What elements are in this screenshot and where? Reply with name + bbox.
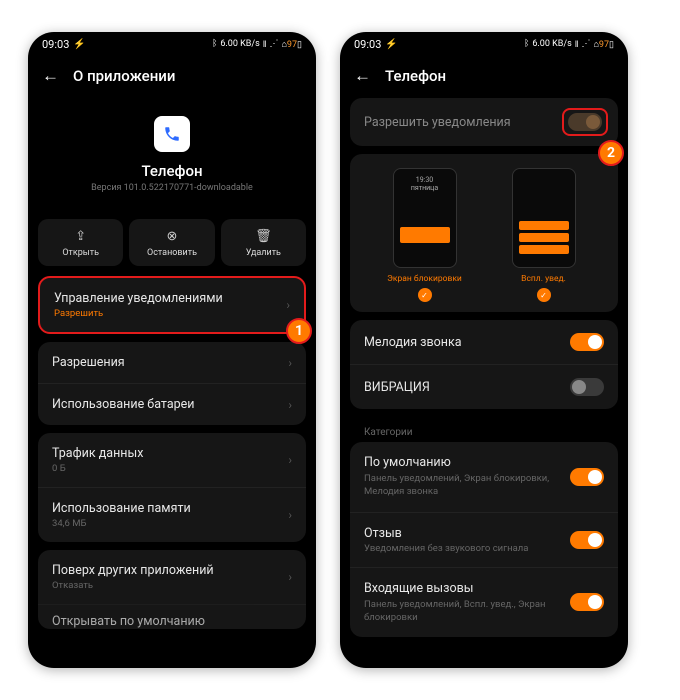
back-icon[interactable]: ← xyxy=(354,66,371,86)
categories-label: Категории xyxy=(350,417,618,442)
back-icon[interactable]: ← xyxy=(42,66,59,86)
stop-icon: ⊗ xyxy=(133,229,210,244)
categories-card: По умолчанию Панель уведомлений, Экран б… xyxy=(350,442,618,637)
signal-icon: ‖ xyxy=(263,39,267,50)
clock: 09:03 xyxy=(42,38,69,51)
open-button[interactable]: ⇪ Открыть xyxy=(38,219,123,266)
clock: 09:03 xyxy=(354,38,381,51)
annotation-badge-2: 2 xyxy=(598,140,624,166)
chevron-right-icon: › xyxy=(288,570,292,584)
perm-card: Разрешения › Использование батареи › xyxy=(38,342,306,425)
ringtone-row[interactable]: Мелодия звонка xyxy=(350,320,618,364)
data-card: Трафик данных 0 Б › Использование памяти… xyxy=(38,433,306,542)
lockscreen-preview[interactable]: 19:30пятница Экран блокировки ✓ xyxy=(370,168,479,302)
header-title: О приложении xyxy=(73,67,175,85)
share-icon: ⇪ xyxy=(42,229,119,244)
phone-right: 09:03 ⚡ ᛒ 6.00 KB/s ‖ ⋰ ⌂97▯ ← Телефон Р… xyxy=(340,32,628,668)
wifi-icon: ⋰ xyxy=(269,39,278,49)
vibration-row[interactable]: ВИБРАЦИЯ xyxy=(350,364,618,409)
app-name: Телефон xyxy=(38,162,306,180)
cat-incoming-toggle[interactable] xyxy=(570,593,604,611)
traffic-row[interactable]: Трафик данных 0 Б › xyxy=(38,433,306,487)
check-icon: ✓ xyxy=(537,288,551,302)
default-open-row[interactable]: Открывать по умолчанию xyxy=(38,604,306,629)
cat-review-row[interactable]: Отзыв Уведомления без звукового сигнала xyxy=(350,512,618,567)
notification-mgmt-row[interactable]: Управление уведомлениями Разрешить › xyxy=(40,278,304,332)
delete-button[interactable]: 🗑 Удалить xyxy=(221,219,306,266)
cat-default-row[interactable]: По умолчанию Панель уведомлений, Экран б… xyxy=(350,442,618,512)
allow-toggle[interactable] xyxy=(568,113,602,131)
phone-app-icon xyxy=(154,116,190,152)
battery-label: ⌂97▯ xyxy=(593,39,614,50)
check-icon: ✓ xyxy=(418,288,432,302)
app-header: ← О приложении xyxy=(28,56,316,98)
allow-card: Разрешить уведомления xyxy=(350,98,618,146)
preview-card: 19:30пятница Экран блокировки ✓ Вспл. ув… xyxy=(350,154,618,312)
net-speed: 6.00 KB/s xyxy=(532,39,571,49)
chevron-right-icon: › xyxy=(288,453,292,467)
header-title: Телефон xyxy=(385,67,446,85)
app-version: Версия 101.0.522170771-downloadable xyxy=(38,183,306,193)
app-hero: Телефон Версия 101.0.522170771-downloada… xyxy=(38,98,306,207)
phone-left: 09:03 ⚡ ᛒ 6.00 KB/s ‖ ⋰ ⌂97▯ ← О приложе… xyxy=(28,32,316,668)
cat-default-toggle[interactable] xyxy=(570,468,604,486)
cat-review-toggle[interactable] xyxy=(570,531,604,549)
chevron-right-icon: › xyxy=(286,298,290,312)
vibration-toggle[interactable] xyxy=(570,378,604,396)
status-bar: 09:03 ⚡ ᛒ 6.00 KB/s ‖ ⋰ ⌂97▯ xyxy=(28,32,316,56)
popup-preview[interactable]: Вспл. увед. ✓ xyxy=(489,168,598,302)
wifi-icon: ⋰ xyxy=(581,39,590,49)
signal-icon: ‖ xyxy=(575,39,579,50)
ontop-card: Поверх других приложений Отказать › Откр… xyxy=(38,550,306,629)
memory-row[interactable]: Использование памяти 34,6 МБ › xyxy=(38,487,306,542)
battery-usage-row[interactable]: Использование батареи › xyxy=(38,383,306,425)
app-header: ← Телефон xyxy=(340,56,628,98)
bluetooth-icon: ᛒ xyxy=(212,39,217,49)
content-area: Разрешить уведомления 19:30пятница Экран… xyxy=(340,98,628,668)
net-speed: 6.00 KB/s xyxy=(220,39,259,49)
status-bar: 09:03 ⚡ ᛒ 6.00 KB/s ‖ ⋰ ⌂97▯ xyxy=(340,32,628,56)
bolt-icon: ⚡ xyxy=(73,39,85,50)
notification-mgmt-card: Управление уведомлениями Разрешить › xyxy=(38,276,306,334)
allow-notifications-row[interactable]: Разрешить уведомления xyxy=(350,98,618,146)
sound-card: Мелодия звонка ВИБРАЦИЯ xyxy=(350,320,618,409)
ringtone-toggle[interactable] xyxy=(570,333,604,351)
chevron-right-icon: › xyxy=(288,356,292,370)
annotation-badge-1: 1 xyxy=(286,318,312,344)
action-row: ⇪ Открыть ⊗ Остановить 🗑 Удалить xyxy=(38,219,306,266)
permissions-row[interactable]: Разрешения › xyxy=(38,342,306,383)
bluetooth-icon: ᛒ xyxy=(524,39,529,49)
chevron-right-icon: › xyxy=(288,398,292,412)
ontop-row[interactable]: Поверх других приложений Отказать › xyxy=(38,550,306,604)
content-area: Телефон Версия 101.0.522170771-downloada… xyxy=(28,98,316,668)
trash-icon: 🗑 xyxy=(225,229,302,244)
battery-label: ⌂97▯ xyxy=(281,39,302,50)
chevron-right-icon: › xyxy=(288,508,292,522)
allow-toggle-highlight xyxy=(562,108,608,136)
cat-incoming-row[interactable]: Входящие вызовы Панель уведомлений, Вспл… xyxy=(350,567,618,638)
stop-button[interactable]: ⊗ Остановить xyxy=(129,219,214,266)
bolt-icon: ⚡ xyxy=(385,39,397,50)
